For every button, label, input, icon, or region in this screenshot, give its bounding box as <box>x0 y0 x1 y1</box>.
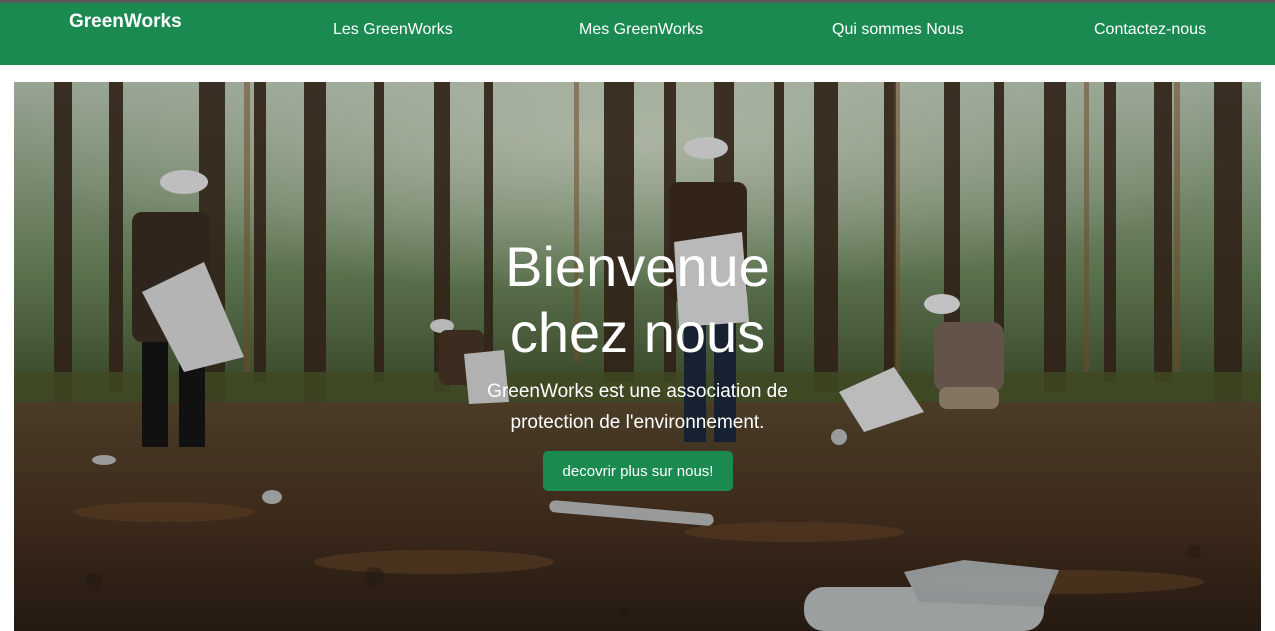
hero-title-line2: chez nous <box>509 301 766 364</box>
navbar: GreenWorks Les GreenWorks Mes GreenWorks… <box>0 3 1275 65</box>
hero-title: Bienvenue chez nous <box>14 234 1261 366</box>
hero-title-line1: Bienvenue <box>505 235 770 298</box>
discover-more-button[interactable]: decovrir plus sur nous! <box>543 451 733 491</box>
hero-subtitle-line1: GreenWorks est une association de <box>487 381 788 402</box>
brand-logo[interactable]: GreenWorks <box>69 11 182 33</box>
nav-link-contact[interactable]: Contactez-nous <box>1094 21 1206 39</box>
nav-link-mes-greenworks[interactable]: Mes GreenWorks <box>579 21 703 39</box>
nav-link-qui-sommes-nous[interactable]: Qui sommes Nous <box>832 21 964 39</box>
hero-section: Bienvenue chez nous GreenWorks est une a… <box>14 82 1261 631</box>
hero-subtitle: GreenWorks est une association de protec… <box>14 376 1261 438</box>
hero-subtitle-line2: protection de l'environnement. <box>510 412 765 433</box>
nav-link-les-greenworks[interactable]: Les GreenWorks <box>333 21 453 39</box>
